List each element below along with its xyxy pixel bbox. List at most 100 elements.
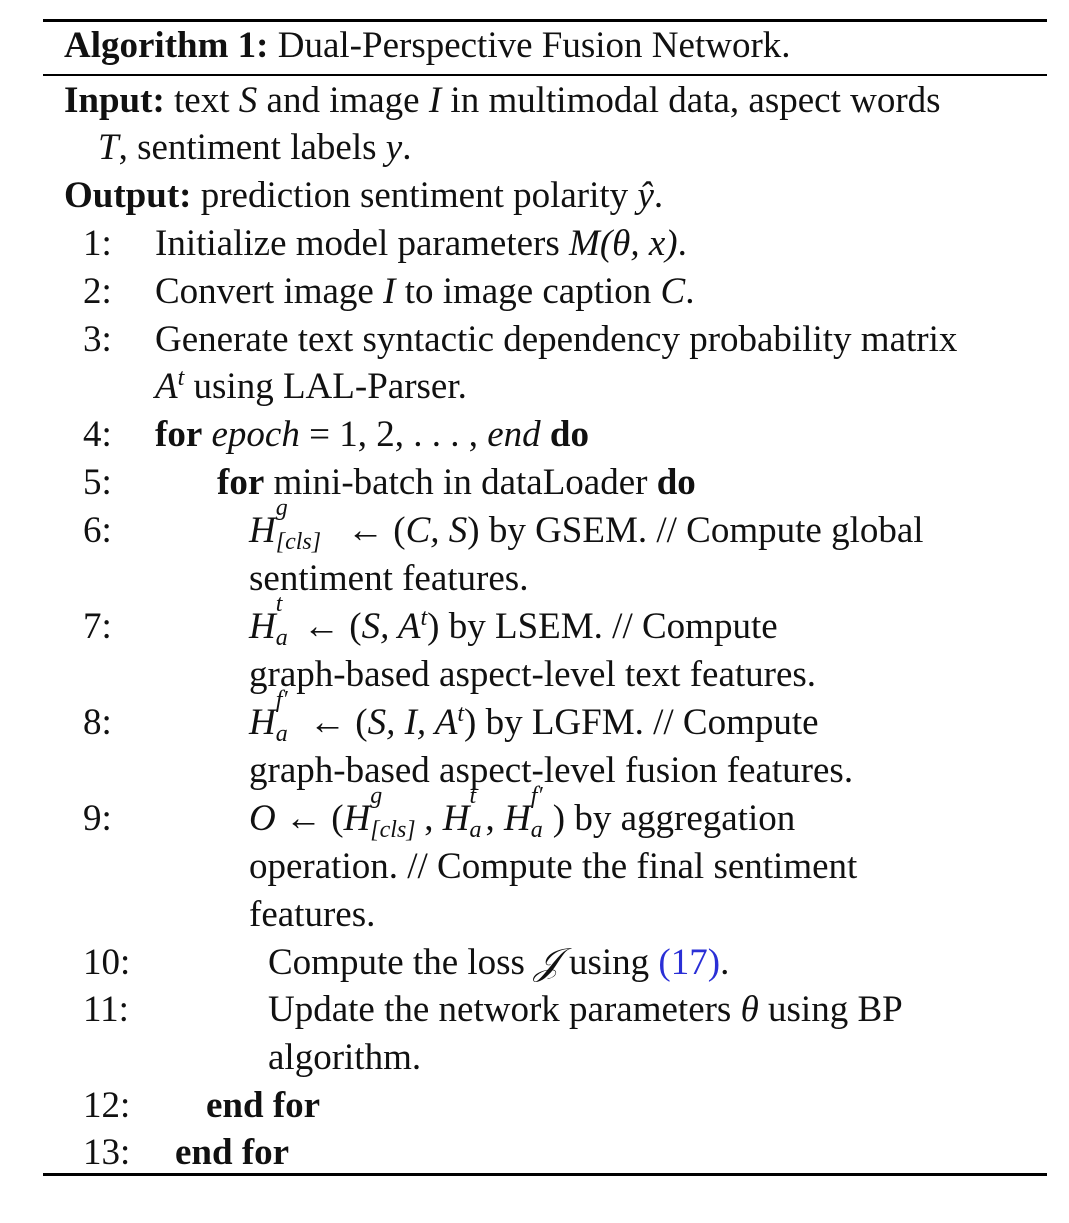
math-sup: t: [457, 701, 464, 727]
step-text-part: algorithm.: [268, 1037, 422, 1078]
step-text-part: features.: [249, 894, 376, 935]
math-expr: ← (: [275, 798, 344, 839]
equation-ref-link[interactable]: (17): [658, 942, 720, 983]
step-number: 2:: [83, 271, 112, 312]
math-scripts: g [cls]: [276, 496, 338, 554]
step-text-part: Update the network parameters: [268, 989, 732, 1030]
keyword: for: [155, 414, 203, 455]
step-number: 7:: [83, 606, 112, 647]
math-scripts: ta: [276, 592, 294, 650]
input-text: , sentiment labels: [118, 127, 377, 168]
math-expr: ← (: [337, 510, 406, 551]
step-text-part: Convert image: [155, 271, 374, 312]
math-sup: t: [275, 591, 283, 617]
caption-rule: [43, 74, 1047, 76]
math-sub: a: [530, 817, 543, 843]
step-number: 11:: [83, 989, 129, 1030]
math-expr: = 1, 2, . . . ,: [299, 414, 478, 455]
step-text-part: Generate text syntactic dependency proba…: [155, 319, 958, 360]
math-scripts: f′ a: [276, 688, 300, 746]
math-var: epoch: [211, 414, 300, 455]
math-sup: g: [275, 495, 288, 521]
keyword: end for: [175, 1132, 290, 1173]
step-number: 4:: [83, 414, 112, 455]
step-text-part: by aggregation: [574, 798, 796, 839]
math-var: y: [385, 127, 403, 168]
step-text-part: using LAL-Parser.: [193, 366, 467, 407]
math-var: ŷ: [637, 175, 654, 216]
step-text-part: sentiment features.: [249, 558, 529, 599]
step-text: Compute the loss 𝒥 using (17).: [268, 941, 729, 985]
math-sup: g: [370, 783, 383, 809]
algorithm-block: Algorithm 1: Dual-Perspective Fusion Net…: [0, 0, 1069, 1223]
math-sup: t: [469, 783, 477, 809]
step-text-part: by GSEM. // Compute global: [488, 510, 924, 551]
step-text: Initialize model parameters M(θ, x).: [155, 222, 687, 266]
step-text-part: mini-batch in dataLoader: [273, 462, 648, 503]
step-text: Hg [cls] ← (C, S) by GSEM. // Compute glo…: [249, 496, 924, 554]
math-var: I: [428, 80, 442, 121]
step-text-part: operation. // Compute the final sentimen…: [249, 846, 858, 887]
step-text-part: by LSEM. // Compute: [448, 606, 778, 647]
step-number: 12:: [83, 1085, 131, 1126]
math-var: H: [249, 510, 276, 551]
math-var: H: [442, 798, 470, 839]
step-number: 9:: [83, 798, 112, 839]
math-var: H: [343, 798, 371, 839]
input-text: in multimodal data, aspect words: [450, 80, 941, 121]
step-text: O ← (H g [cls], Hta, Hf′ a) by aggregation: [249, 783, 796, 843]
math-var: 𝒥: [534, 942, 560, 983]
keyword: do: [656, 462, 696, 503]
input-line-cont: T, sentiment labels y.: [98, 126, 411, 170]
output-text: prediction sentiment polarity: [200, 175, 629, 216]
math-expr: S, A: [361, 606, 421, 647]
math-var: S: [238, 80, 258, 121]
step-number: 13:: [83, 1132, 131, 1173]
output-text: .: [653, 175, 664, 216]
step-text-part: .: [720, 942, 730, 983]
math-expr: ): [552, 798, 566, 839]
step-text: Update the network parameters θ using BP: [268, 988, 903, 1032]
step-text: for mini-batch in dataLoader do: [217, 461, 696, 505]
step-text-part: .: [685, 271, 695, 312]
math-sub: a: [469, 817, 482, 843]
input-text: text: [174, 80, 230, 121]
math-expr: ← (: [293, 606, 362, 647]
step-text-cont: graph-based aspect-level fusion features…: [249, 749, 853, 793]
top-rule: [43, 19, 1047, 22]
step-text: Generate text syntactic dependency proba…: [155, 318, 957, 362]
step-text-part: Compute the loss: [268, 942, 525, 983]
input-label: Input:: [64, 80, 165, 121]
keyword: for: [217, 462, 265, 503]
math-var: θ: [740, 989, 759, 1030]
step-number: 5:: [83, 462, 112, 503]
math-var: T: [98, 127, 119, 168]
step-number: 3:: [83, 319, 112, 360]
input-line: Input: text S and image I in multimodal …: [64, 79, 941, 123]
step-text-part: graph-based aspect-level fusion features…: [249, 750, 854, 791]
math-expr: ): [427, 606, 440, 647]
math-expr: C, S: [405, 510, 468, 551]
step-text-part: Initialize model parameters: [155, 223, 560, 264]
step-text-part: using BP: [768, 989, 903, 1030]
step-text: Hf′ a ← (S, I, At) by LGFM. // Compute: [249, 688, 819, 746]
step-text-part: graph-based aspect-level text features.: [249, 654, 817, 695]
math-expr: ← (: [299, 702, 368, 743]
math-var: C: [660, 271, 686, 312]
step-text-part: to image caption: [404, 271, 652, 312]
caption-label: Algorithm 1:: [64, 25, 269, 66]
step-text-part: using: [568, 942, 650, 983]
math-sub: a: [275, 721, 288, 747]
math-sub: a: [275, 625, 288, 651]
step-text-cont: sentiment features.: [249, 557, 528, 601]
step-text-cont: At using LAL-Parser.: [155, 365, 467, 409]
math-scripts: ta: [470, 784, 486, 842]
input-text: and image: [266, 80, 420, 121]
step-number: 8:: [83, 702, 112, 743]
output-label: Output:: [64, 175, 192, 216]
step-text: for epoch = 1, 2, . . . , end do: [155, 413, 589, 457]
math-sub: [cls]: [370, 817, 416, 843]
step-number: 1:: [83, 223, 112, 264]
math-expr: S, I, A: [367, 702, 458, 743]
step-text-cont: features.: [249, 893, 375, 937]
